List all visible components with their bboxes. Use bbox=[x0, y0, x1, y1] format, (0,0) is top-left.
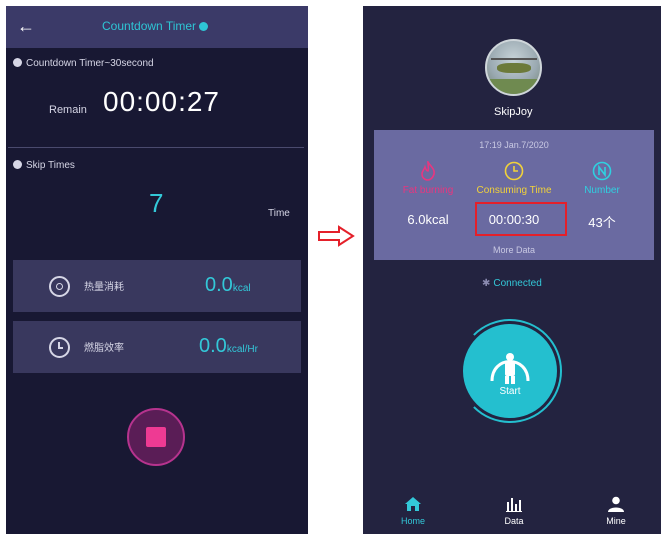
burn-rate-card: 燃脂效率 0.0kcal/Hr bbox=[13, 321, 301, 373]
calorie-value-number: 0.0 bbox=[205, 274, 233, 296]
number-n-icon bbox=[13, 160, 22, 169]
number-stat: Number bbox=[554, 161, 650, 196]
person-icon bbox=[608, 496, 624, 512]
home-icon bbox=[405, 497, 421, 511]
number-value: 43个 bbox=[588, 215, 616, 230]
nav-home-label: Home bbox=[400, 516, 425, 526]
user-name: SkipJoy bbox=[494, 106, 533, 118]
nav-home[interactable]: Home bbox=[383, 496, 443, 526]
stop-icon bbox=[146, 427, 166, 447]
nav-data-label: Data bbox=[504, 516, 524, 526]
start-button[interactable] bbox=[463, 324, 557, 418]
bluetooth-dot-icon bbox=[199, 22, 209, 31]
consuming-time-stat: Consuming Time bbox=[466, 161, 562, 196]
consuming-time-label: Consuming Time bbox=[476, 185, 552, 196]
fat-burning-value: 6.0kcal bbox=[407, 212, 449, 227]
avatar-rotor bbox=[491, 58, 537, 60]
timer-icon bbox=[13, 58, 22, 67]
fat-burning-stat: Fat burning bbox=[380, 161, 476, 196]
avatar-ground bbox=[487, 79, 540, 94]
countdown-label: Countdown Timer~30second bbox=[13, 58, 154, 69]
clock-icon bbox=[504, 161, 524, 181]
calorie-label: 热量消耗 bbox=[84, 282, 124, 293]
stats-card: 17:19 Jan.7/2020 Fat burning Consuming T… bbox=[374, 130, 654, 260]
fat-burning-label: Fat burning bbox=[402, 185, 454, 196]
remaining-time: 00:00:27 bbox=[103, 86, 220, 117]
header-bar: ← Countdown Timer bbox=[6, 6, 308, 48]
stop-button[interactable] bbox=[127, 408, 185, 466]
avatar-helicopter bbox=[497, 63, 531, 73]
number-label: Number bbox=[584, 185, 620, 196]
connection-status-text: Connected bbox=[493, 278, 542, 289]
divider bbox=[8, 147, 304, 148]
transition-arrow-icon bbox=[318, 225, 355, 247]
clock-icon bbox=[49, 337, 70, 358]
highlight-box bbox=[475, 202, 567, 236]
burn-rate-label: 燃脂效率 bbox=[84, 343, 124, 354]
countdown-label-text: Countdown Timer~30second bbox=[26, 58, 154, 69]
page-title-text: Countdown Timer bbox=[102, 19, 197, 33]
connection-status: ✱ Connected bbox=[482, 278, 542, 289]
countdown-screen: ← Countdown Timer Countdown Timer~30seco… bbox=[6, 6, 308, 534]
nav-data[interactable]: Data bbox=[484, 496, 544, 526]
back-arrow-icon[interactable]: ← bbox=[17, 15, 37, 37]
burn-rate-value: 0.0kcal/Hr bbox=[199, 335, 258, 358]
burn-rate-value-unit: kcal/Hr bbox=[226, 344, 258, 355]
skip-count: 7 bbox=[149, 188, 164, 218]
start-button-wrap[interactable]: Start bbox=[458, 319, 562, 423]
jump-rope-person-icon bbox=[490, 353, 530, 384]
skip-unit: Time bbox=[268, 208, 290, 219]
remain-label: Remain bbox=[49, 104, 87, 116]
nav-mine[interactable]: Mine bbox=[586, 496, 646, 526]
start-label: Start bbox=[499, 386, 521, 397]
more-data-link[interactable]: More Data bbox=[374, 245, 654, 255]
calorie-value-unit: kcal bbox=[232, 283, 251, 294]
home-screen: SkipJoy 17:19 Jan.7/2020 Fat burning Con… bbox=[363, 6, 661, 534]
scale-icon bbox=[49, 276, 70, 297]
bar-chart-icon bbox=[506, 498, 522, 512]
skip-times-label-text: Skip Times bbox=[26, 160, 75, 171]
burn-rate-value-number: 0.0 bbox=[199, 335, 227, 357]
calorie-value: 0.0kcal bbox=[205, 274, 251, 297]
number-n-icon bbox=[592, 161, 612, 181]
skip-times-label: Skip Times bbox=[13, 160, 75, 171]
avatar[interactable] bbox=[485, 39, 542, 96]
bluetooth-icon: ✱ bbox=[482, 278, 491, 289]
nav-mine-label: Mine bbox=[606, 516, 626, 526]
calorie-card: 热量消耗 0.0kcal bbox=[13, 260, 301, 312]
flame-icon bbox=[421, 161, 435, 181]
page-title: Countdown Timer bbox=[102, 19, 209, 33]
stats-date: 17:19 Jan.7/2020 bbox=[479, 140, 549, 150]
